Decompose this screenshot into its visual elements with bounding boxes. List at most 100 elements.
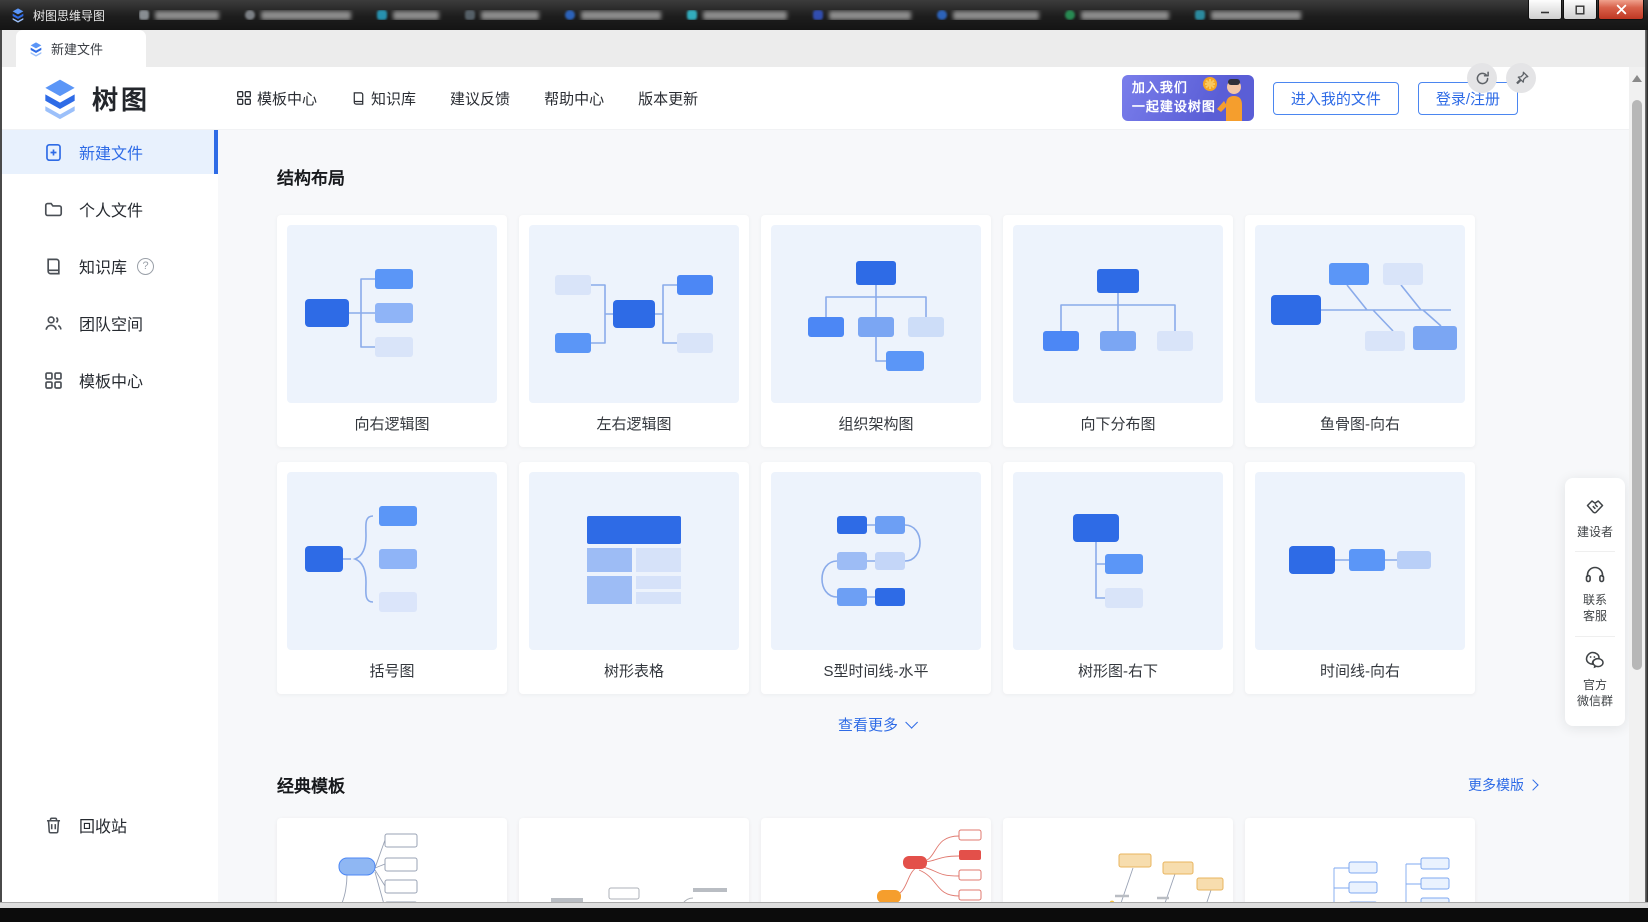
sidebar-item-knowledge-base[interactable]: 知识库 ? — [0, 244, 218, 288]
blurred-bookmark-item[interactable] — [245, 10, 351, 20]
window-titlebar: 树图思维导图 — [0, 0, 1648, 30]
structure-cards-row2: 括号图 树形表格 — [277, 462, 1648, 694]
structure-card-down-distribution[interactable]: 向下分布图 — [1003, 215, 1233, 447]
tab-strip: 新建文件 — [0, 30, 1648, 67]
sidebar-item-new-file[interactable]: 新建文件 — [0, 130, 218, 174]
view-more-link[interactable]: 查看更多 — [277, 714, 1475, 735]
join-us-banner[interactable]: 加入我们 一起建设树图 — [1122, 75, 1254, 121]
enter-my-files-button[interactable]: 进入我的文件 — [1273, 82, 1399, 115]
section-title-classic: 经典模板 — [277, 772, 345, 797]
nav-help-center[interactable]: 帮助中心 — [544, 88, 604, 109]
floating-help-panel: 建设者 联系 客服 官方 微信群 — [1565, 478, 1625, 726]
close-button[interactable] — [1598, 0, 1644, 20]
structure-card-preview — [1013, 472, 1223, 650]
blurred-bookmark-item[interactable] — [1065, 10, 1169, 20]
builder-button[interactable]: 建设者 — [1565, 484, 1625, 551]
nav-knowledge-base[interactable]: 知识库 — [351, 88, 416, 109]
titlebar-bookmarks — [139, 10, 1648, 20]
sidebar-item-label: 模板中心 — [79, 368, 143, 392]
maximize-button[interactable] — [1563, 0, 1597, 20]
structure-card-preview — [1255, 472, 1465, 650]
sidebar-item-label: 团队空间 — [79, 311, 143, 335]
structure-card-org-chart[interactable]: 组织架构图 — [761, 215, 991, 447]
brand-logo[interactable]: 树图 — [38, 76, 150, 120]
app-logo-icon — [10, 7, 26, 23]
structure-card-label: 树形表格 — [529, 660, 739, 681]
vertical-scrollbar[interactable] — [1629, 67, 1645, 903]
handshake-icon — [1583, 495, 1607, 519]
app-header: 树图 模板中心 知识库 建议反馈 帮助中心 版本更新 加入我们 一起建设树 — [0, 67, 1648, 130]
nav-label: 建议反馈 — [450, 88, 510, 109]
structure-card-label: 组织架构图 — [771, 413, 981, 434]
structure-card-label: 括号图 — [287, 660, 497, 681]
pin-button[interactable] — [1506, 63, 1536, 93]
scrollbar-up-arrow[interactable] — [1632, 75, 1642, 82]
structure-card-tree-table[interactable]: 树形表格 — [519, 462, 749, 694]
headset-icon — [1583, 563, 1607, 587]
wechat-group-button[interactable]: 官方 微信群 — [1565, 637, 1625, 720]
nav-label: 模板中心 — [257, 88, 317, 109]
classic-templates-header: 经典模板 更多模版 — [277, 772, 1537, 797]
structure-card-brace[interactable]: 括号图 — [277, 462, 507, 694]
chevron-right-icon — [1527, 779, 1538, 790]
trash-icon — [44, 816, 63, 835]
structure-card-logic-both[interactable]: 左右逻辑图 — [519, 215, 749, 447]
more-templates-label: 更多模版 — [1468, 775, 1524, 795]
nav-label: 知识库 — [371, 88, 416, 109]
sidebar-item-team-space[interactable]: 团队空间 — [0, 301, 218, 345]
tab-actions — [1467, 63, 1536, 93]
blurred-bookmark-item[interactable] — [377, 10, 439, 20]
nav-template-center[interactable]: 模板中心 — [236, 88, 317, 109]
doc-icon — [351, 91, 366, 106]
structure-card-logic-right[interactable]: 向右逻辑图 — [277, 215, 507, 447]
blurred-bookmark-item[interactable] — [813, 10, 911, 20]
sidebar-item-recycle-bin[interactable]: 回收站 — [0, 803, 218, 847]
nav-version-update[interactable]: 版本更新 — [638, 88, 698, 109]
refresh-icon — [1474, 70, 1491, 87]
blurred-bookmark-item[interactable] — [937, 10, 1039, 20]
structure-card-label: S型时间线-水平 — [771, 660, 981, 681]
chevron-down-icon — [905, 716, 918, 729]
structure-card-preview — [529, 472, 739, 650]
structure-card-label: 时间线-向右 — [1255, 660, 1465, 681]
folder-icon — [44, 200, 63, 219]
more-templates-link[interactable]: 更多模版 — [1468, 775, 1537, 795]
window-frame-left — [0, 30, 2, 922]
nav-feedback[interactable]: 建议反馈 — [450, 88, 510, 109]
structure-card-preview — [287, 225, 497, 403]
structure-card-timeline-right[interactable]: 时间线-向右 — [1245, 462, 1475, 694]
tab-new-file[interactable]: 新建文件 — [16, 30, 146, 67]
structure-card-label: 向右逻辑图 — [287, 413, 497, 434]
window-controls — [1527, 0, 1644, 20]
structure-card-label: 鱼骨图-向右 — [1255, 413, 1465, 434]
scrollbar-thumb[interactable] — [1632, 100, 1642, 670]
view-more-label: 查看更多 — [838, 714, 898, 735]
blurred-bookmark-item[interactable] — [687, 10, 787, 20]
tab-logo-icon — [28, 41, 44, 57]
sidebar-item-personal-files[interactable]: 个人文件 — [0, 187, 218, 231]
enter-my-files-label: 进入我的文件 — [1291, 88, 1381, 109]
blurred-bookmark-item[interactable] — [565, 10, 661, 20]
grid-icon — [236, 90, 252, 106]
blurred-bookmark-item[interactable] — [139, 10, 219, 20]
team-icon — [44, 314, 63, 333]
book-icon — [44, 257, 63, 276]
sidebar-item-template-center[interactable]: 模板中心 — [0, 358, 218, 402]
blurred-bookmark-item[interactable] — [465, 10, 539, 20]
header-nav: 模板中心 知识库 建议反馈 帮助中心 版本更新 — [236, 88, 698, 109]
structure-card-tree-bottom-right[interactable]: 树形图-右下 — [1003, 462, 1233, 694]
structure-card-preview — [771, 472, 981, 650]
structure-card-preview — [1255, 225, 1465, 403]
structure-card-fishbone-right[interactable]: 鱼骨图-向右 — [1245, 215, 1475, 447]
contact-support-button[interactable]: 联系 客服 — [1565, 552, 1625, 635]
structure-card-preview — [1013, 225, 1223, 403]
grid-icon — [44, 371, 63, 390]
structure-card-s-timeline[interactable]: S型时间线-水平 — [761, 462, 991, 694]
blurred-bookmark-item[interactable] — [1195, 10, 1301, 20]
minimize-button[interactable] — [1528, 0, 1562, 20]
sidebar: 新建文件 个人文件 知识库 ? 团队空间 模板中心 — [0, 130, 218, 922]
main-content: 结构布局 向右逻辑图 — [218, 130, 1648, 922]
refresh-button[interactable] — [1467, 63, 1497, 93]
wechat-icon — [1583, 648, 1607, 672]
help-icon[interactable]: ? — [137, 258, 154, 275]
